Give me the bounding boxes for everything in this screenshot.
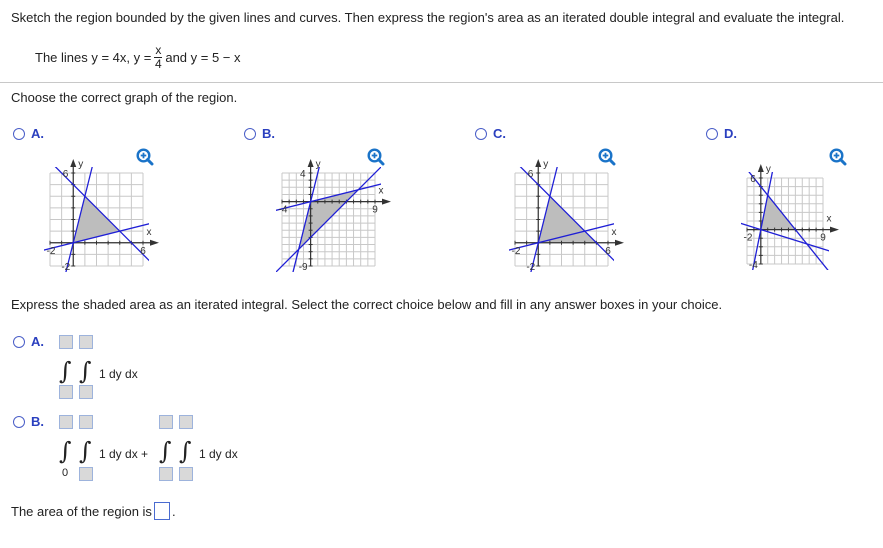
graph-option-d[interactable]: D. -2 9 6 -4 x y (706, 126, 876, 276)
x-axis-label: x (827, 214, 832, 225)
divider (0, 82, 883, 83)
integrand-2: 1 dy dx (199, 447, 238, 461)
graph-question: Choose the correct graph of the region. (11, 90, 238, 105)
lower-limit-inner-input[interactable] (79, 385, 93, 399)
problem-statement: The lines y = 4x, y = x 4 and y = 5 − x (35, 43, 241, 71)
y-axis-arrow (70, 159, 77, 167)
integrand-1: 1 dy dx + (99, 447, 149, 461)
area-answer-input[interactable] (154, 502, 170, 520)
y-axis-label: y (78, 159, 83, 170)
x-max-label: 9 (372, 205, 378, 216)
b2-upper-limit-inner-input[interactable] (179, 415, 193, 429)
magnify-plus-icon[interactable] (829, 148, 847, 166)
y-max-label: 6 (63, 169, 69, 180)
region-graph: -4 9 4 -9 x y (276, 159, 391, 273)
region-graph: -2 6 6 -2 x y (44, 159, 159, 273)
y-axis-arrow (535, 159, 542, 167)
y-min-label: -4 (749, 260, 758, 271)
magnify-plus-icon[interactable] (598, 148, 616, 166)
area-suffix: . (172, 504, 176, 519)
integral-sign-outer: ∫ (59, 437, 72, 465)
b1-upper-limit-inner-input[interactable] (79, 415, 93, 429)
magnify-plus-icon[interactable] (136, 148, 154, 166)
y-axis-label: y (766, 164, 771, 175)
x-min-label: -2 (512, 246, 521, 257)
x-axis-label: x (612, 227, 617, 238)
y-axis-arrow (757, 164, 764, 172)
b1-upper-limit-outer-input[interactable] (59, 415, 73, 429)
region-graph: -2 9 6 -4 x y (741, 164, 839, 271)
fraction-numerator: x (155, 43, 162, 57)
integral-option-b[interactable]: B. (13, 414, 44, 429)
integral-sign-inner: ∫ (79, 357, 92, 385)
problem-suffix: and y = 5 − x (165, 50, 241, 65)
graph-option-b[interactable]: B. -4 9 4 -9 x y (244, 126, 414, 276)
y-min-label: -9 (299, 262, 308, 273)
magnify-plus-icon[interactable] (367, 148, 385, 166)
boundary-line (276, 167, 381, 272)
area-prompt: The area of the region is (11, 504, 152, 519)
fraction-denominator: 4 (155, 57, 162, 71)
integral-sign-inner: ∫ (79, 437, 92, 465)
y-max-label: 4 (300, 169, 306, 180)
x-axis-arrow (830, 226, 839, 233)
y-axis-label: y (316, 159, 321, 170)
x-max-label: 6 (605, 246, 611, 257)
integral-option-a[interactable]: A. (13, 334, 44, 349)
x-min-label: -2 (47, 246, 56, 257)
fixed-lower-limit: 0 (62, 467, 69, 479)
x-min-label: -4 (279, 205, 288, 216)
x-axis-label: x (379, 186, 384, 197)
b1-lower-limit-inner-input[interactable] (79, 467, 93, 481)
integral-question: Express the shaded area as an iterated i… (11, 297, 723, 312)
option-label: A. (31, 334, 44, 349)
upper-limit-inner-input[interactable] (79, 335, 93, 349)
b2-lower-limit-outer-input[interactable] (159, 467, 173, 481)
problem-prefix: The lines y = 4x, y = (35, 50, 152, 65)
x-min-label: -2 (744, 233, 753, 244)
graph-option-a[interactable]: A. -2 6 6 -2 x y (13, 126, 183, 276)
b2-lower-limit-inner-input[interactable] (179, 467, 193, 481)
integral-sign-outer: ∫ (59, 357, 72, 385)
radio-button[interactable] (13, 335, 25, 348)
x-max-label: 9 (820, 233, 826, 244)
graph-option-c[interactable]: C. -2 6 6 -2 x y (475, 126, 645, 276)
y-max-label: 6 (750, 174, 756, 185)
option-label: B. (31, 414, 44, 429)
b2-upper-limit-outer-input[interactable] (159, 415, 173, 429)
y-axis-label: y (543, 159, 548, 170)
lower-limit-outer-input[interactable] (59, 385, 73, 399)
integral-sign-inner: ∫ (179, 437, 192, 465)
upper-limit-outer-input[interactable] (59, 335, 73, 349)
integrand: 1 dy dx (99, 367, 138, 381)
y-max-label: 6 (528, 169, 534, 180)
instructions: Sketch the region bounded by the given l… (11, 10, 845, 25)
x-axis-label: x (147, 227, 152, 238)
y-axis-arrow (307, 159, 314, 167)
x-axis-arrow (150, 239, 159, 246)
radio-button[interactable] (13, 415, 25, 428)
y-min-label: -2 (526, 262, 535, 273)
region-graph: -2 6 6 -2 x y (509, 159, 624, 273)
x-max-label: 6 (140, 246, 146, 257)
x-axis-arrow (382, 198, 391, 205)
integral-sign-outer: ∫ (159, 437, 172, 465)
x-axis-arrow (615, 239, 624, 246)
fraction: x 4 (154, 43, 163, 71)
y-min-label: -2 (61, 262, 70, 273)
